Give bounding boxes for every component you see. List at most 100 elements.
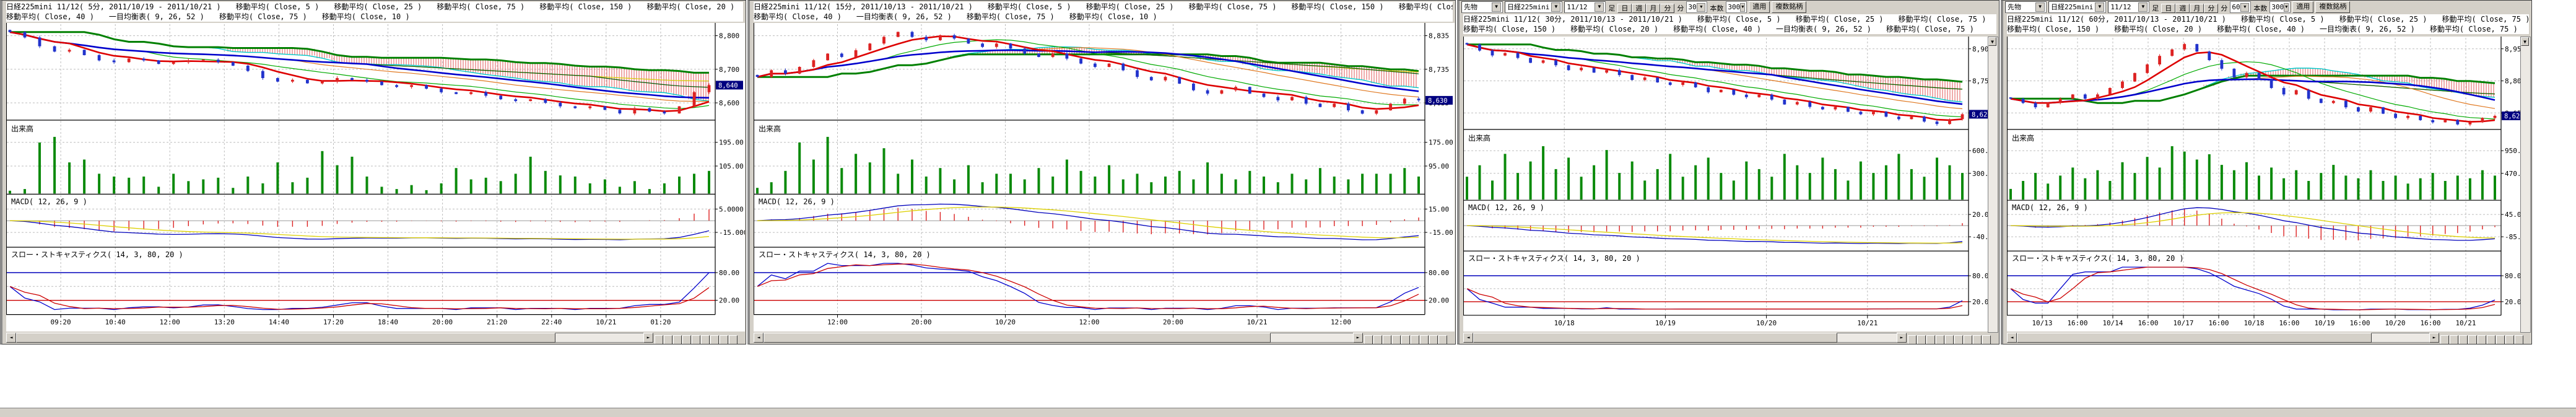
scroll-down-icon[interactable]: ▼ <box>2521 37 2529 46</box>
bar-type-button[interactable]: 週 <box>2175 4 2190 13</box>
spinner-icon[interactable]: ▼ <box>2284 3 2289 12</box>
vertical-scrollbar[interactable]: ▼ <box>1988 37 1998 333</box>
chevron-down-icon[interactable]: ▼ <box>2095 2 2104 12</box>
horizontal-scrollbar[interactable]: ◄ ► <box>2007 333 2439 343</box>
apply-button[interactable]: 適用 <box>1749 1 1770 13</box>
mini-button[interactable] <box>1936 335 1944 344</box>
vertical-scrollbar[interactable]: ▼ <box>2520 37 2531 333</box>
bar-count-input[interactable]: 300▼ <box>1726 1 1747 13</box>
apply-button[interactable]: 適用 <box>2292 1 2313 13</box>
mini-button[interactable] <box>1429 335 1438 344</box>
mini-button[interactable] <box>1908 335 1917 344</box>
bar-type-button[interactable]: 週 <box>1632 4 1646 13</box>
horizontal-scrollbar[interactable]: ◄ ► <box>6 333 653 343</box>
mini-button[interactable] <box>729 335 738 344</box>
chevron-down-icon[interactable]: ▼ <box>2138 2 2147 12</box>
bar-type-button[interactable]: 日 <box>1617 4 1632 13</box>
horizontal-scrollbar[interactable]: ◄ ► <box>754 333 1363 343</box>
mini-button[interactable] <box>2515 335 2523 344</box>
mini-button[interactable] <box>1383 335 1391 344</box>
mini-button[interactable] <box>2440 335 2449 344</box>
mini-button[interactable] <box>1917 335 1926 344</box>
scrollbar-track[interactable] <box>16 333 643 343</box>
mini-button[interactable] <box>2468 335 2477 344</box>
chart-plot-area[interactable]: 12:0020:0010/2012:0020:0010/2112:008,835… <box>754 23 1455 331</box>
minute-input[interactable]: 30▼ <box>1686 1 1707 13</box>
scrollbar-track[interactable] <box>1473 333 1897 343</box>
mini-button[interactable] <box>1973 335 1982 344</box>
minute-input[interactable]: 60▼ <box>2230 1 2251 13</box>
scroll-down-icon[interactable]: ▼ <box>1988 37 1996 46</box>
mini-button[interactable] <box>1982 335 1991 344</box>
mini-button[interactable] <box>2496 335 2505 344</box>
bar-type-button[interactable]: 月 <box>2190 4 2204 13</box>
spinner-icon[interactable]: ▼ <box>1697 3 1705 12</box>
scroll-left-icon[interactable]: ◄ <box>2007 333 2017 343</box>
category-select[interactable]: 先物▼ <box>2005 1 2047 13</box>
mini-button[interactable] <box>1420 335 1429 344</box>
multi-symbol-button[interactable]: 複数銘柄 <box>1772 1 1806 13</box>
chevron-down-icon[interactable]: ▼ <box>1551 2 1560 12</box>
mini-button[interactable] <box>655 335 663 344</box>
mini-button[interactable] <box>1438 335 1447 344</box>
spinner-icon[interactable]: ▼ <box>1740 3 1745 12</box>
multi-symbol-button[interactable]: 複数銘柄 <box>2315 1 2350 13</box>
category-select[interactable]: 先物▼ <box>1461 1 1503 13</box>
mini-button[interactable] <box>710 335 719 344</box>
bar-type-button[interactable]: 分 <box>2204 4 2218 13</box>
scrollbar-track[interactable] <box>2017 333 2429 343</box>
mini-button[interactable] <box>1954 335 1963 344</box>
chevron-down-icon[interactable]: ▼ <box>1595 2 1604 12</box>
mini-button[interactable] <box>664 335 672 344</box>
scrollbar-thumb[interactable] <box>764 333 1271 343</box>
symbol-select[interactable]: 日経225mini▼ <box>1505 1 1562 13</box>
scroll-left-icon[interactable]: ◄ <box>1463 333 1473 343</box>
mini-button[interactable] <box>2450 335 2458 344</box>
mini-button[interactable] <box>1411 335 1419 344</box>
scroll-right-icon[interactable]: ► <box>2429 333 2439 343</box>
bar-type-button[interactable]: 日 <box>2161 4 2175 13</box>
horizontal-scrollbar[interactable]: ◄ ► <box>1463 333 1907 343</box>
y-axis-label: -15.00 <box>1429 229 1453 237</box>
mini-button[interactable] <box>2478 335 2486 344</box>
mini-button[interactable] <box>2487 335 2496 344</box>
mini-button[interactable] <box>2459 335 2468 344</box>
chart-plot-area[interactable]: 10/1810/1910/2010/218,9058,7558,605600.0… <box>1463 37 1998 331</box>
bar-type-button[interactable]: 分 <box>1660 4 1674 13</box>
mini-button[interactable] <box>1373 335 1382 344</box>
mini-button[interactable] <box>1945 335 1954 344</box>
scrollbar-thumb[interactable] <box>16 333 555 343</box>
contract-select[interactable]: 11/12▼ <box>1564 1 1606 13</box>
scrollbar-thumb[interactable] <box>2017 333 2372 343</box>
mini-button[interactable] <box>1364 335 1373 344</box>
chart-plot-area[interactable]: 10/1316:0010/1416:0010/1716:0010/1816:00… <box>2007 37 2531 331</box>
mini-button[interactable] <box>2505 335 2514 344</box>
mini-button[interactable] <box>720 335 728 344</box>
x-axis-label: 16:00 <box>2279 319 2299 327</box>
mini-button[interactable] <box>673 335 682 344</box>
mini-button[interactable] <box>701 335 710 344</box>
scroll-left-icon[interactable]: ◄ <box>754 333 764 343</box>
scroll-left-icon[interactable]: ◄ <box>6 333 16 343</box>
x-axis-label: 20:00 <box>1163 318 1183 327</box>
bar-type-button[interactable]: 月 <box>1646 4 1660 13</box>
chevron-down-icon[interactable]: ▼ <box>1492 2 1501 12</box>
contract-select[interactable]: 11/12▼ <box>2108 1 2149 13</box>
bar-count-input[interactable]: 300▼ <box>2269 1 2291 13</box>
mini-button[interactable] <box>1964 335 1972 344</box>
mini-button[interactable] <box>1401 335 1410 344</box>
scroll-right-icon[interactable]: ► <box>1897 333 1907 343</box>
scroll-right-icon[interactable]: ► <box>643 333 653 343</box>
chevron-down-icon[interactable]: ▼ <box>2035 2 2045 12</box>
chart-plot-area[interactable]: 09:2010:4012:0013:2014:4017:2018:4020:00… <box>6 23 745 331</box>
mini-button[interactable] <box>1926 335 1935 344</box>
symbol-select[interactable]: 日経225mini▼ <box>2048 1 2106 13</box>
scrollbar-thumb[interactable] <box>1473 333 1837 343</box>
scrollbar-track[interactable] <box>764 333 1353 343</box>
spinner-icon[interactable]: ▼ <box>2240 3 2249 12</box>
mini-button[interactable] <box>692 335 700 344</box>
scroll-right-icon[interactable]: ► <box>1353 333 1363 343</box>
mini-button[interactable] <box>1392 335 1401 344</box>
chart-title-line1: 日経225mini 11/12( 15分, 2011/10/13 - 2011/… <box>754 2 1453 12</box>
mini-button[interactable] <box>682 335 691 344</box>
